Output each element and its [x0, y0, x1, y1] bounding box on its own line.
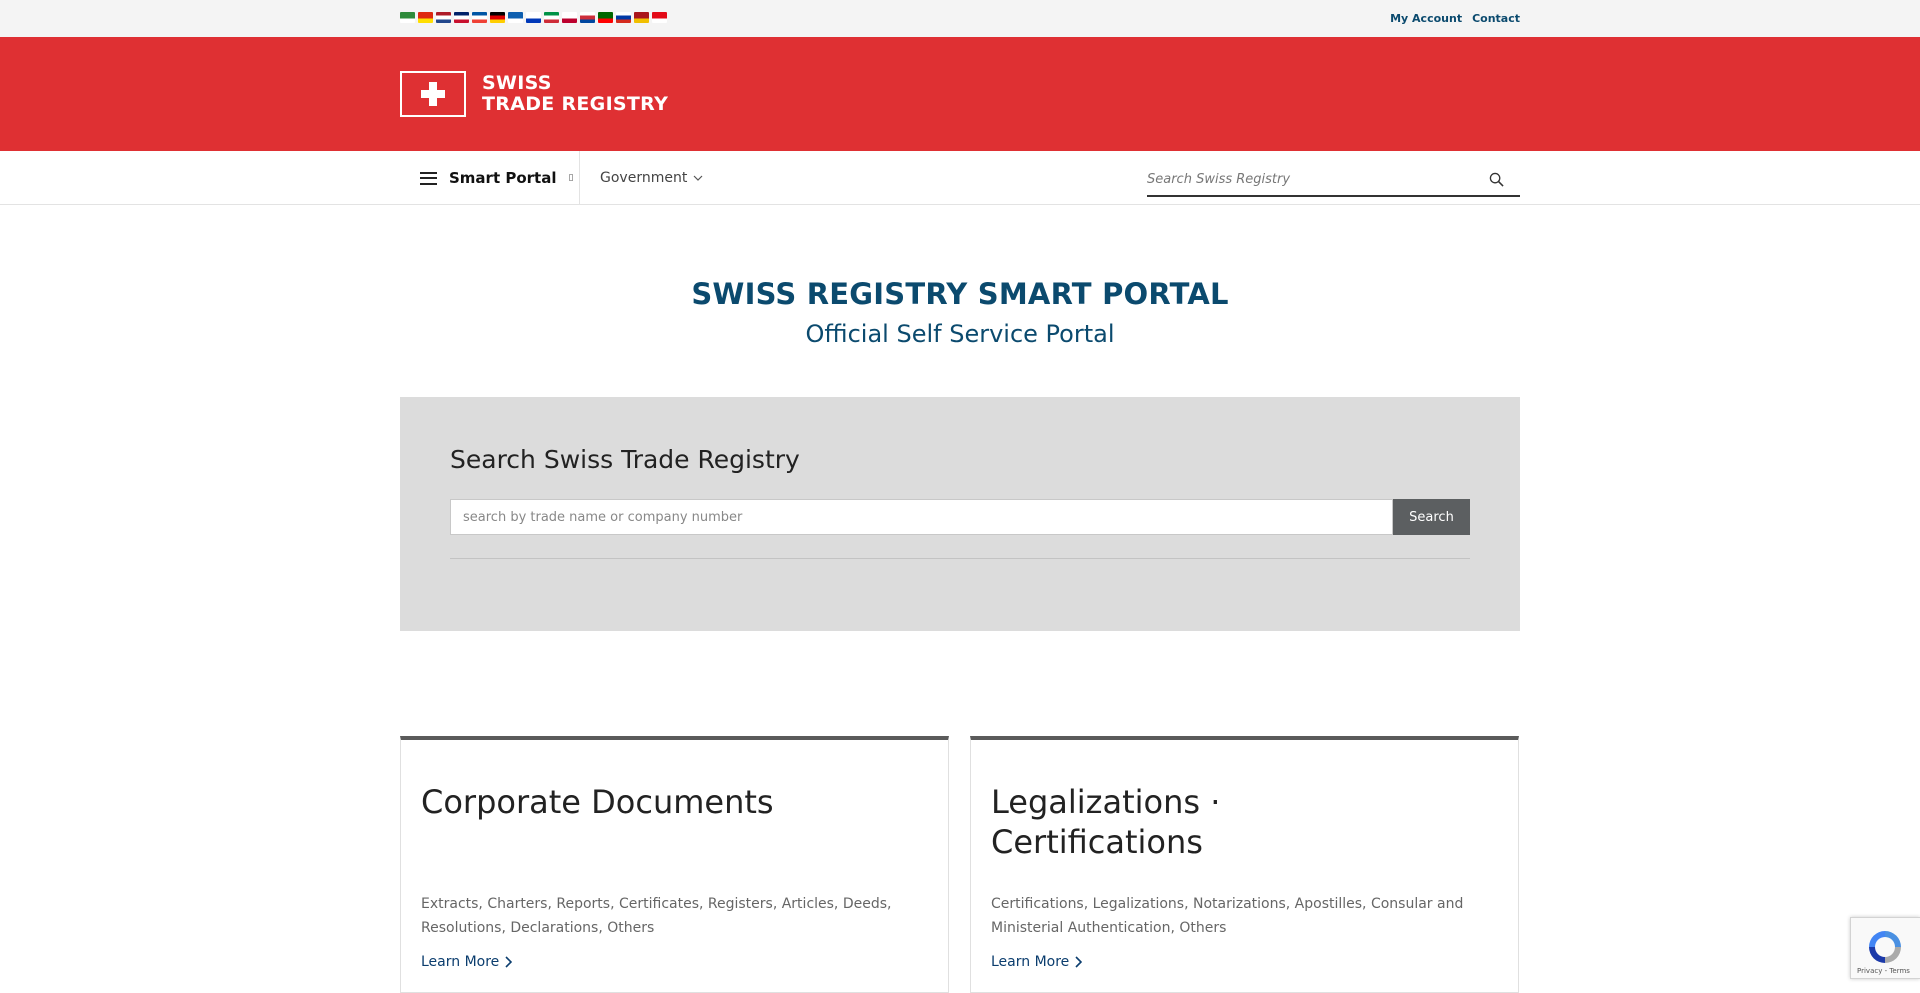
recaptcha-terms[interactable]: Privacy - Terms	[1857, 967, 1910, 975]
government-label: Government	[600, 170, 688, 186]
learn-more-link[interactable]: Learn More	[991, 954, 1083, 970]
logo-line-1: SWISS	[482, 72, 552, 94]
registry-search-panel: Search Swiss Trade Registry Search	[400, 397, 1520, 631]
site-logo[interactable]: SWISS TRADE REGISTRY	[400, 71, 668, 117]
hamburger-icon	[420, 171, 437, 185]
chevron-right-icon	[505, 956, 513, 968]
chevron-right-icon	[1075, 956, 1083, 968]
contact-link[interactable]: Contact	[1472, 12, 1520, 25]
arabic-flag-icon[interactable]	[400, 12, 415, 23]
card-title: Legalizations · Certifications	[991, 783, 1221, 861]
learn-more-label: Learn More	[991, 954, 1070, 970]
smart-portal-label: Smart Portal	[449, 169, 557, 187]
page-title: SWISS REGISTRY SMART PORTAL	[691, 277, 1229, 311]
portuguese-flag-icon[interactable]	[598, 12, 613, 23]
learn-more-link[interactable]: Learn More	[421, 954, 513, 970]
chinese-flag-icon[interactable]	[418, 12, 433, 23]
registry-search-input[interactable]	[450, 499, 1393, 535]
italian-flag-icon[interactable]	[544, 12, 559, 23]
smart-portal-menu[interactable]: Smart Portal ▯	[400, 151, 580, 205]
card-description: Extracts, Charters, Reports, Certificate…	[421, 896, 892, 936]
russian-flag-icon[interactable]	[616, 12, 631, 23]
card-corporate-documents: Corporate Documents Extracts, Charters, …	[400, 736, 949, 993]
site-header: SWISS TRADE REGISTRY	[0, 37, 1920, 151]
swiss-cross-icon	[400, 71, 466, 117]
portal-caret-icon: ▯	[568, 173, 574, 183]
divider	[450, 558, 1470, 559]
language-flags	[400, 12, 667, 24]
card-legalizations-certifications: Legalizations · Certifications Certifica…	[970, 736, 1519, 993]
spanish-flag-icon[interactable]	[634, 12, 649, 23]
nav-search	[1147, 163, 1520, 197]
card-title: Corporate Documents	[421, 783, 774, 821]
page-subtitle: Official Self Service Portal	[805, 320, 1115, 348]
nav-search-input[interactable]	[1147, 171, 1467, 187]
japanese-flag-icon[interactable]	[562, 12, 577, 23]
french-flag-icon[interactable]	[472, 12, 487, 23]
main-nav: Smart Portal ▯ Government	[0, 151, 1920, 205]
panel-title: Search Swiss Trade Registry	[450, 445, 800, 474]
my-account-link[interactable]: My Account	[1390, 12, 1462, 25]
korean-flag-icon[interactable]	[580, 12, 595, 23]
hebrew-flag-icon[interactable]	[526, 12, 541, 23]
greek-flag-icon[interactable]	[508, 12, 523, 23]
logo-line-2: TRADE REGISTRY	[482, 93, 669, 115]
dutch-flag-icon[interactable]	[436, 12, 451, 23]
card-description: Certifications, Legalizations, Notarizat…	[991, 896, 1464, 936]
search-icon[interactable]	[1489, 172, 1504, 187]
top-bar: My Account Contact	[0, 0, 1920, 37]
top-links: My Account Contact	[1390, 12, 1520, 25]
learn-more-label: Learn More	[421, 954, 500, 970]
chevron-down-icon	[693, 175, 703, 181]
recaptcha-icon	[1869, 931, 1901, 963]
german-flag-icon[interactable]	[490, 12, 505, 23]
recaptcha-badge[interactable]: Privacy - Terms	[1850, 917, 1920, 979]
english-flag-icon[interactable]	[454, 12, 469, 23]
turkish-flag-icon[interactable]	[652, 12, 667, 23]
registry-search-button[interactable]: Search	[1393, 499, 1470, 535]
government-menu[interactable]: Government	[600, 151, 703, 205]
